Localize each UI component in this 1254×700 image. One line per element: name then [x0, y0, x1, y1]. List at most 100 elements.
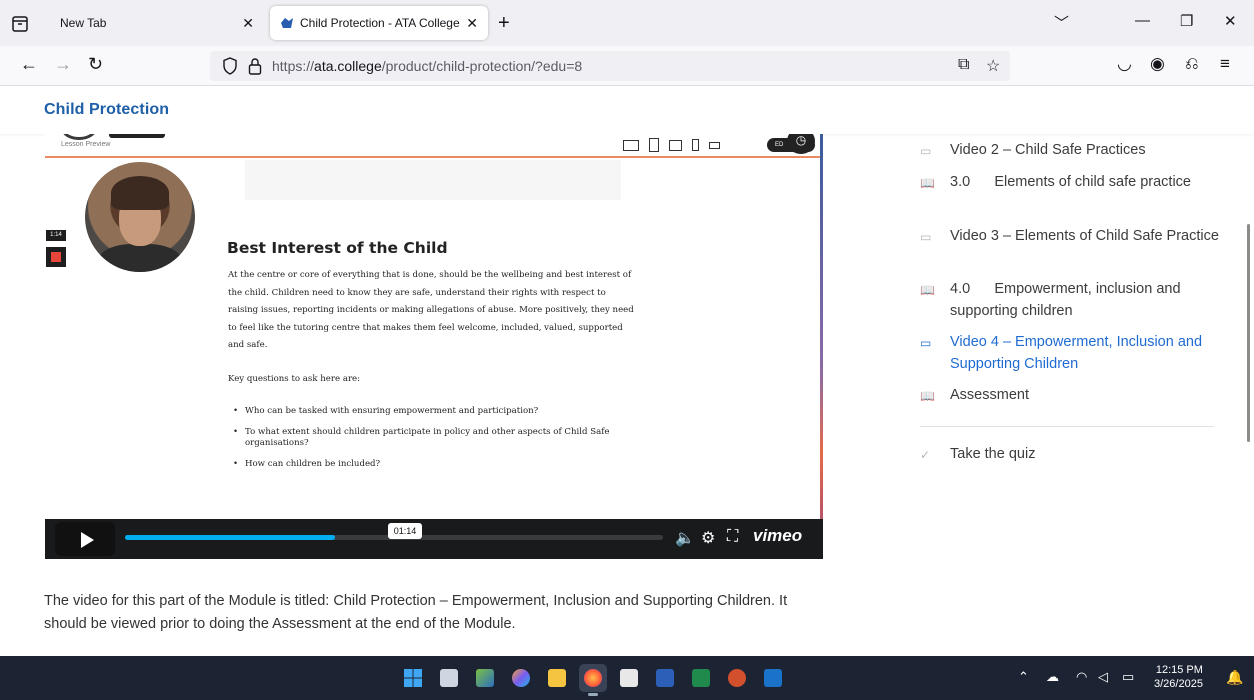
sidebar-item-video-2[interactable]: ▭ Video 2 – Child Safe Practices [910, 139, 1210, 161]
sidebar-item-3-0[interactable]: 📖 3.0 Elements of child safe practice [910, 171, 1210, 215]
sidebar-item-label: Video 2 – Child Safe Practices [950, 142, 1146, 158]
sidebar-divider [920, 426, 1214, 427]
reload-icon[interactable]: ↻ [88, 54, 103, 75]
video-icon: ▭ [920, 230, 932, 244]
sidebar-item-label: Video 4 – Empowerment, Inclusion and Sup… [950, 334, 1203, 372]
desktop-device-icon [623, 139, 639, 151]
minimize-icon[interactable]: — [1135, 12, 1150, 29]
sidebar-item-label: Video 3 – Elements of Child Safe Practic… [950, 228, 1219, 244]
speaker-icon[interactable]: ◁ [1098, 669, 1108, 685]
settings-gear-icon[interactable]: ⚙ [701, 528, 715, 548]
app-grid-icon[interactable] [471, 664, 499, 692]
lesson-description: The video for this part of the Module is… [44, 593, 788, 632]
windows-taskbar: ⌃ ☁ ◠ ◁ ▭ 12:15 PM 3/26/2025 🔔 [0, 656, 1254, 700]
site-title[interactable]: Child Protection [44, 101, 169, 119]
url-host: ata.college [314, 58, 382, 74]
course-sidebar: ▭ Video 2 – Child Safe Practices 📖 3.0 E… [910, 134, 1230, 624]
sidebar-item-video-3[interactable]: ▭ Video 3 – Elements of Child Safe Pract… [910, 225, 1219, 269]
slide-bullet: To what extent should children participa… [233, 427, 653, 449]
url-prefix: https:// [272, 58, 315, 74]
video-player[interactable]: Lesson Preview ED ◷ 1:14 Best Interest o… [45, 134, 823, 559]
calendar-app-icon[interactable] [615, 664, 643, 692]
vimeo-logo[interactable]: vimeo [753, 526, 802, 546]
presenter-webcam [85, 162, 195, 272]
book-icon: 📖 [920, 176, 935, 190]
firefox-icon[interactable] [579, 664, 607, 696]
extensions-icon[interactable]: ⎌ [1185, 54, 1199, 74]
clock-date: 3/26/2025 [1154, 678, 1203, 690]
battery-icon[interactable]: ▭ [1122, 669, 1134, 685]
course-logo-icon [61, 134, 97, 140]
check-circle-icon: ✓ [920, 448, 931, 462]
navigation-bar: ← → ↻ https://ata.college/product/child-… [0, 46, 1254, 86]
recording-time-badge: 1:14 [46, 230, 66, 241]
clock-time: 12:15 PM [1155, 664, 1203, 676]
book-icon: 📖 [920, 283, 935, 297]
excel-icon[interactable] [687, 664, 715, 692]
menu-icon[interactable]: ≡ [1220, 54, 1230, 74]
bookmark-star-icon[interactable]: ☆ [986, 56, 1000, 76]
take-quiz-link[interactable]: ✓ Take the quiz [910, 443, 1210, 465]
taskbar-clock[interactable]: 12:15 PM 3/26/2025 [1154, 663, 1203, 691]
ata-favicon-icon [281, 18, 293, 28]
pocket-icon[interactable]: ◡ [1117, 54, 1132, 74]
video-icon: ▭ [920, 144, 932, 158]
account-icon[interactable]: ◉ [1150, 54, 1165, 74]
stop-recording-icon [46, 247, 66, 267]
video-placeholder-block [245, 160, 621, 200]
presenter-shirt [99, 244, 181, 272]
address-bar[interactable]: https://ata.college/product/child-protec… [210, 51, 1010, 81]
page-scrollbar[interactable] [1247, 224, 1250, 442]
close-tab-icon[interactable]: ✕ [242, 15, 254, 32]
sidebar-item-video-4[interactable]: ▭ Video 4 – Empowerment, Inclusion and S… [910, 331, 1210, 375]
forward-icon[interactable]: → [54, 54, 72, 75]
tab-new-tab[interactable]: New Tab ✕ [48, 6, 264, 40]
shield-icon[interactable] [222, 57, 238, 75]
slide-subheading: Key questions to ask here are: [228, 374, 361, 384]
start-windows-icon[interactable] [399, 664, 427, 692]
tab-bar: New Tab ✕ Child Protection - ATA College… [0, 0, 1254, 46]
volume-icon[interactable]: 🔈 [675, 528, 695, 548]
slide-body: At the centre or core of everything that… [228, 270, 634, 350]
new-tab-plus-icon[interactable]: + [498, 12, 510, 35]
video-edge-gradient [820, 134, 823, 559]
take-quiz-label: Take the quiz [950, 446, 1036, 462]
list-all-tabs-chevron-icon[interactable]: ﹀ [1054, 12, 1069, 33]
slide-bullet: Who can be tasked with ensuring empowerm… [233, 406, 653, 417]
play-button[interactable] [55, 522, 115, 556]
outlook-icon[interactable] [759, 664, 787, 692]
reader-view-icon[interactable]: ⧉ [958, 56, 969, 74]
book-icon: 📖 [920, 389, 935, 403]
phone-portrait-icon [692, 139, 699, 151]
video-top-strip: Lesson Preview ED ◷ [45, 134, 823, 158]
file-explorer-icon[interactable] [543, 664, 571, 692]
onedrive-icon[interactable]: ☁ [1046, 669, 1059, 685]
word-icon[interactable] [651, 664, 679, 692]
video-controls: 01:14 🔈 ⚙ ⛶ vimeo [45, 519, 823, 559]
notification-bell-icon[interactable]: 🔔 [1226, 669, 1243, 686]
lesson-preview-label: Lesson Preview [61, 141, 111, 148]
url-text[interactable]: https://ata.college/product/child-protec… [272, 58, 582, 74]
device-preview-icons [623, 136, 720, 154]
copilot-icon[interactable] [507, 664, 535, 692]
sidebar-item-4-0[interactable]: 📖 4.0 Empowerment, inclusion and support… [910, 278, 1210, 322]
tab-overview-icon[interactable] [10, 14, 30, 34]
close-window-icon[interactable]: ✕ [1224, 12, 1237, 30]
wifi-icon[interactable]: ◠ [1076, 669, 1087, 685]
sidebar-item-assessment[interactable]: 📖 Assessment [910, 384, 1210, 406]
restore-icon[interactable]: ❐ [1180, 12, 1193, 30]
sidebar-item-label: 4.0 Empowerment, inclusion and supportin… [950, 281, 1185, 319]
tray-chevron-up-icon[interactable]: ⌃ [1018, 669, 1029, 685]
taskbar-apps [399, 664, 787, 696]
seek-bar[interactable]: 01:14 [125, 523, 663, 540]
lock-icon[interactable] [248, 57, 262, 75]
fullscreen-icon[interactable]: ⛶ [727, 528, 738, 546]
task-view-icon[interactable] [435, 664, 463, 692]
close-tab-icon[interactable]: ✕ [466, 15, 478, 32]
back-icon[interactable]: ← [20, 54, 38, 75]
current-time-tooltip: 01:14 [388, 523, 422, 539]
slide-title: Best Interest of the Child [227, 239, 448, 257]
tab-label: Child Protection - ATA College [300, 16, 460, 30]
tab-child-protection[interactable]: Child Protection - ATA College ✕ [270, 6, 488, 40]
powerpoint-icon[interactable] [723, 664, 751, 692]
